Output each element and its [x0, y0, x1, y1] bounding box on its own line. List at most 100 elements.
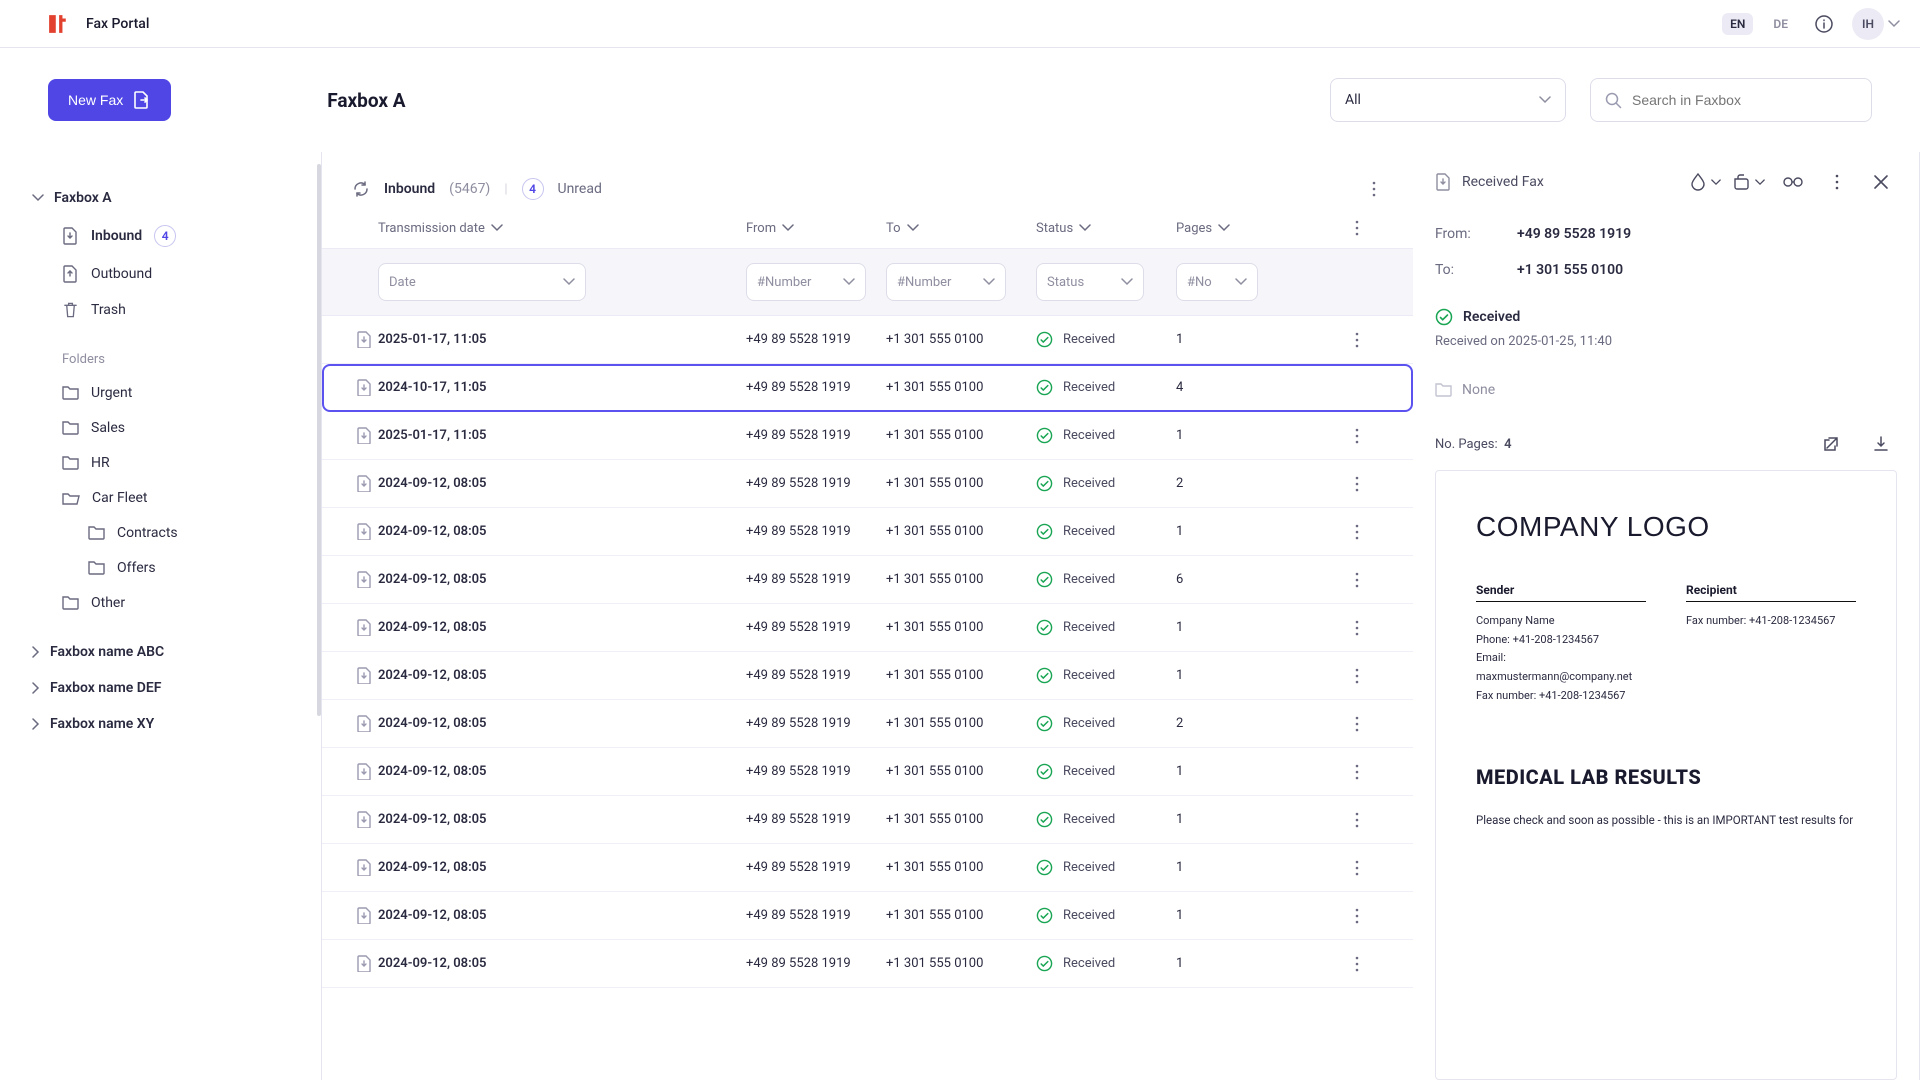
- table-row[interactable]: 2024-09-12, 08:05+49 89 5528 1919+1 301 …: [322, 796, 1413, 844]
- sidebar-trash[interactable]: Trash: [28, 292, 301, 328]
- glasses-icon: [1783, 173, 1803, 191]
- search-input-wrap[interactable]: [1590, 78, 1872, 122]
- row-more[interactable]: [1355, 476, 1383, 492]
- row-pages: 1: [1176, 524, 1246, 539]
- row-from: +49 89 5528 1919: [746, 476, 886, 491]
- check-circle-icon: [1036, 475, 1053, 492]
- table-row[interactable]: 2024-09-12, 08:05+49 89 5528 1919+1 301 …: [322, 652, 1413, 700]
- table-row[interactable]: 2024-10-17, 11:05+49 89 5528 1919+1 301 …: [322, 364, 1413, 412]
- lang-en-button[interactable]: EN: [1722, 13, 1753, 35]
- filter-status[interactable]: Status: [1036, 263, 1144, 301]
- filter-date[interactable]: Date: [378, 263, 586, 301]
- folder-sales[interactable]: Sales: [28, 410, 301, 445]
- ink-menu[interactable]: [1689, 173, 1721, 191]
- table-row[interactable]: 2025-01-17, 11:05+49 89 5528 1919+1 301 …: [322, 412, 1413, 460]
- faxbox-abc-tree[interactable]: Faxbox name ABC: [28, 634, 301, 670]
- col-options[interactable]: [1355, 220, 1383, 236]
- folder-icon: [88, 524, 105, 541]
- row-more[interactable]: [1355, 908, 1383, 924]
- row-doc-icon: [356, 763, 378, 780]
- folder-assignment[interactable]: None: [1435, 367, 1897, 412]
- row-more[interactable]: [1355, 812, 1383, 828]
- row-more[interactable]: [1355, 332, 1383, 348]
- table-row[interactable]: 2025-01-17, 11:05+49 89 5528 1919+1 301 …: [322, 316, 1413, 364]
- row-more[interactable]: [1355, 860, 1383, 876]
- chevron-down-icon: [1079, 224, 1091, 232]
- from-label: From:: [1435, 226, 1517, 242]
- folder-urgent[interactable]: Urgent: [28, 375, 301, 410]
- table-row[interactable]: 2024-09-12, 08:05+49 89 5528 1919+1 301 …: [322, 604, 1413, 652]
- col-transmission-date[interactable]: Transmission date: [378, 221, 746, 236]
- col-to[interactable]: To: [886, 221, 1036, 236]
- row-more[interactable]: [1355, 668, 1383, 684]
- row-more[interactable]: [1355, 956, 1383, 972]
- folder-contracts[interactable]: Contracts: [28, 515, 301, 550]
- row-more[interactable]: [1355, 620, 1383, 636]
- read-toggle[interactable]: [1777, 166, 1809, 198]
- open-external[interactable]: [1815, 428, 1847, 460]
- folders-label: Folders: [28, 328, 301, 375]
- row-more[interactable]: [1355, 524, 1383, 540]
- info-icon[interactable]: [1808, 8, 1840, 40]
- chevron-right-icon: [32, 718, 40, 730]
- inbound-icon: [62, 227, 79, 245]
- row-doc-icon: [356, 379, 378, 396]
- filter-to[interactable]: #Number: [886, 263, 1006, 301]
- table-row[interactable]: 2024-09-12, 08:05+49 89 5528 1919+1 301 …: [322, 508, 1413, 556]
- faxbox-a-tree[interactable]: Faxbox A: [28, 180, 301, 216]
- row-more[interactable]: [1355, 716, 1383, 732]
- to-label: To:: [1435, 262, 1517, 278]
- table-row[interactable]: 2024-09-12, 08:05+49 89 5528 1919+1 301 …: [322, 748, 1413, 796]
- table-row[interactable]: 2024-09-12, 08:05+49 89 5528 1919+1 301 …: [322, 892, 1413, 940]
- close-detail[interactable]: [1865, 166, 1897, 198]
- row-from: +49 89 5528 1919: [746, 620, 886, 635]
- move-menu[interactable]: [1733, 173, 1765, 191]
- row-date: 2024-09-12, 08:05: [378, 956, 746, 971]
- row-status: Received: [1036, 523, 1176, 540]
- refresh-button[interactable]: [352, 180, 370, 198]
- faxbox-def-tree[interactable]: Faxbox name DEF: [28, 670, 301, 706]
- sidebar-outbound[interactable]: Outbound: [28, 256, 301, 292]
- col-from[interactable]: From: [746, 221, 886, 236]
- new-fax-button[interactable]: New Fax: [48, 79, 171, 121]
- pages-value: 4: [1504, 437, 1511, 452]
- row-pages: 1: [1176, 668, 1246, 683]
- folder-offers[interactable]: Offers: [28, 550, 301, 585]
- row-doc-icon: [356, 955, 378, 972]
- sidebar-inbound[interactable]: Inbound 4: [28, 216, 301, 256]
- row-from: +49 89 5528 1919: [746, 764, 886, 779]
- row-from: +49 89 5528 1919: [746, 908, 886, 923]
- table-row[interactable]: 2024-09-12, 08:05+49 89 5528 1919+1 301 …: [322, 460, 1413, 508]
- filter-all-select[interactable]: All: [1330, 78, 1566, 122]
- table-row[interactable]: 2024-09-12, 08:05+49 89 5528 1919+1 301 …: [322, 556, 1413, 604]
- col-status[interactable]: Status: [1036, 221, 1176, 236]
- download-button[interactable]: [1865, 428, 1897, 460]
- outbound-icon: [62, 265, 79, 283]
- row-more[interactable]: [1355, 428, 1383, 444]
- filter-pages[interactable]: #No: [1176, 263, 1258, 301]
- search-input[interactable]: [1632, 92, 1857, 108]
- detail-more[interactable]: [1821, 166, 1853, 198]
- folder-car-fleet[interactable]: Car Fleet: [28, 480, 301, 515]
- row-more[interactable]: [1355, 572, 1383, 588]
- row-from: +49 89 5528 1919: [746, 812, 886, 827]
- table-row[interactable]: 2024-09-12, 08:05+49 89 5528 1919+1 301 …: [322, 844, 1413, 892]
- app-logo-icon: [48, 14, 68, 34]
- table-row[interactable]: 2024-09-12, 08:05+49 89 5528 1919+1 301 …: [322, 940, 1413, 988]
- folder-hr[interactable]: HR: [28, 445, 301, 480]
- new-fax-label: New Fax: [68, 92, 123, 108]
- list-more-button[interactable]: [1365, 180, 1383, 198]
- row-to: +1 301 555 0100: [886, 764, 1036, 779]
- table-row[interactable]: 2024-09-12, 08:05+49 89 5528 1919+1 301 …: [322, 700, 1413, 748]
- faxbox-xy-tree[interactable]: Faxbox name XY: [28, 706, 301, 742]
- row-status: Received: [1036, 427, 1176, 444]
- lang-de-button[interactable]: DE: [1765, 13, 1796, 35]
- row-to: +1 301 555 0100: [886, 956, 1036, 971]
- folder-other[interactable]: Other: [28, 585, 301, 620]
- received-fax-icon: [1435, 173, 1452, 191]
- chevron-right-icon: [32, 646, 40, 658]
- col-pages[interactable]: Pages: [1176, 221, 1246, 236]
- row-more[interactable]: [1355, 764, 1383, 780]
- filter-from[interactable]: #Number: [746, 263, 866, 301]
- user-menu[interactable]: IH: [1852, 8, 1900, 40]
